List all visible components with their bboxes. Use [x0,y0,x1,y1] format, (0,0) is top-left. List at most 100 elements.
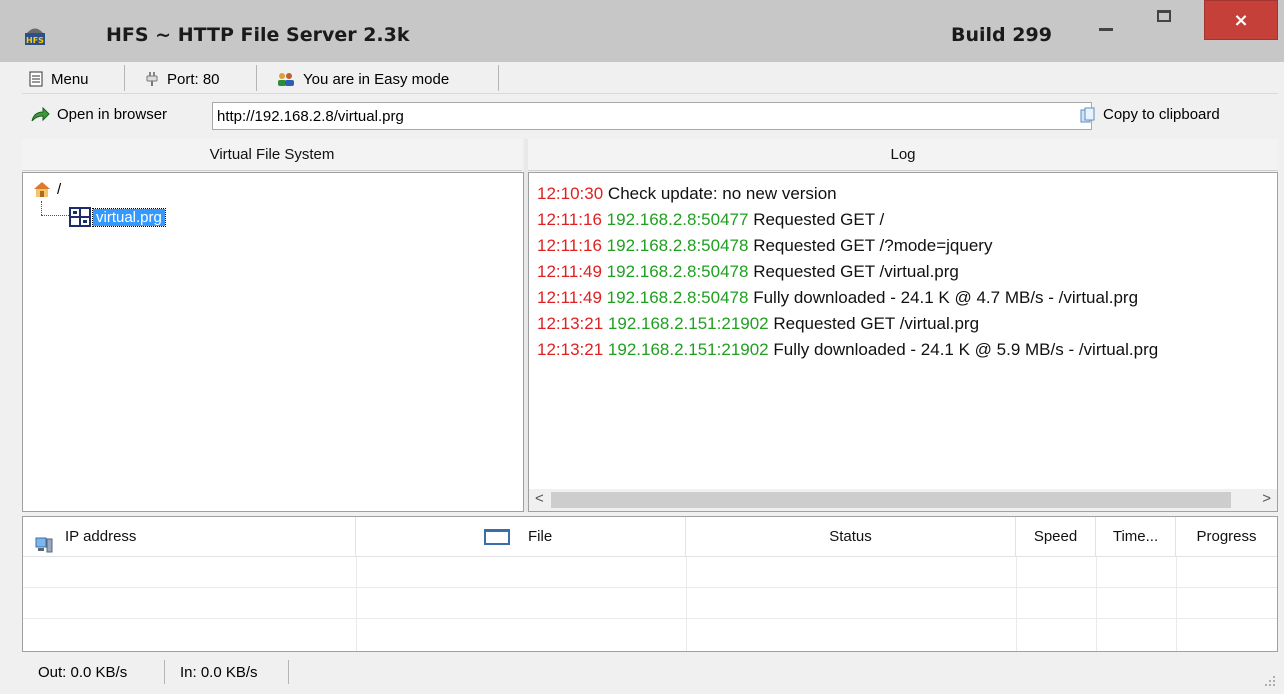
port-label: Port: 80 [167,70,220,88]
tree-root-label: / [57,180,62,198]
address-bar: Open in browser Copy to clipboard [22,98,1278,136]
close-icon: × [1233,10,1249,31]
maximize-button[interactable] [1140,6,1186,42]
connections-table[interactable]: IP address File Status Speed Time... Pro… [22,516,1278,652]
log-message: Requested GET /virtual.prg [753,262,959,281]
tree-connector [41,201,42,215]
log-horizontal-scrollbar[interactable]: < > [529,489,1277,511]
log-time: 12:10:30 [537,184,604,203]
mode-button[interactable]: You are in Easy mode [276,67,449,91]
log-time: 12:11:16 [537,210,602,229]
toolbar-separator [124,65,125,91]
log-header: Log [528,139,1278,171]
menu-button[interactable]: Menu [28,67,89,91]
log-message: Requested GET / [753,210,885,229]
vfs-tree[interactable]: / virtual.prg [22,172,524,512]
mode-label: You are in Easy mode [303,70,450,88]
window-icon [484,529,510,545]
column-progress[interactable]: Progress [1176,517,1277,557]
users-icon [276,71,296,87]
toolbar: Menu Port: 80 You are in Easy mode [22,62,1278,94]
column-file[interactable]: File [356,517,686,557]
resize-grip-icon[interactable] [1264,674,1276,686]
column-status[interactable]: Status [686,517,1016,557]
table-row [23,618,1277,619]
column-ip-address[interactable]: IP address [23,517,356,557]
in-speed: In: 0.0 KB/s [180,664,258,681]
log-entry: 12:13:21 192.168.2.151:21902 Requested G… [537,311,1158,337]
log-entry: 12:11:16 192.168.2.8:50477 Requested GET… [537,207,1158,233]
log-message: Check update: no new version [607,184,837,203]
column-divider [1016,557,1017,651]
maximize-icon [1157,10,1171,22]
log-message: Requested GET /?mode=jquery [753,236,993,255]
column-divider [1176,557,1177,651]
vfs-header: Virtual File System [22,139,522,171]
log-message: Requested GET /virtual.prg [773,314,980,333]
log-time: 12:13:21 [537,340,604,359]
log-entry: 12:11:49 192.168.2.8:50478 Requested GET… [537,259,1158,285]
column-divider [686,557,687,651]
column-label: File [528,528,553,545]
menu-icon [28,71,44,87]
column-speed[interactable]: Speed [1016,517,1096,557]
log-ip: 192.168.2.8:50478 [606,288,749,307]
tree-item-label: virtual.prg [92,207,166,227]
log-ip: 192.168.2.8:50478 [606,262,749,281]
close-button[interactable]: × [1204,0,1278,40]
window-title: HFS ~ HTTP File Server 2.3k [106,24,410,46]
url-field[interactable] [212,102,1092,130]
log-ip: 192.168.2.151:21902 [607,314,769,333]
log-time: 12:11:49 [537,262,602,281]
plug-icon [144,71,160,87]
computer-icon [35,529,53,553]
toolbar-separator [498,65,499,91]
clipboard-icon [1080,107,1096,123]
toolbar-separator [256,65,257,91]
minimize-icon [1099,28,1113,31]
log-time: 12:11:49 [537,288,602,307]
log-panel[interactable]: 12:10:30 Check update: no new version 12… [528,172,1278,512]
status-separator [164,660,165,684]
log-ip: 192.168.2.8:50478 [606,236,749,255]
log-entry: 12:11:49 192.168.2.8:50478 Fully downloa… [537,285,1158,311]
column-label: IP address [65,528,137,545]
scrollbar-thumb[interactable] [551,492,1231,508]
status-bar: Out: 0.0 KB/s In: 0.0 KB/s [22,656,1278,688]
copy-to-clipboard-label: Copy to clipboard [1103,106,1220,123]
table-row [23,587,1277,588]
tree-item-virtual-prg[interactable]: virtual.prg [69,207,166,227]
column-divider [1096,557,1097,651]
arrow-icon [30,106,50,123]
tree-root-node[interactable]: / [33,180,61,198]
hfs-app-icon[interactable]: HFS [24,24,46,46]
log-message: Fully downloaded - 24.1 K @ 4.7 MB/s - /… [753,288,1139,307]
out-speed: Out: 0.0 KB/s [38,664,128,681]
scroll-right-icon[interactable]: > [1262,490,1271,507]
title-bar[interactable]: HFS HFS ~ HTTP File Server 2.3k Build 29… [0,0,1284,62]
svg-text:HFS: HFS [26,36,44,45]
tree-connector [41,215,69,216]
log-ip: 192.168.2.151:21902 [607,340,769,359]
column-time[interactable]: Time... [1096,517,1176,557]
copy-to-clipboard-button[interactable]: Copy to clipboard [1080,106,1220,123]
minimize-button[interactable] [1082,6,1130,42]
log-lines: 12:10:30 Check update: no new version 12… [537,181,1158,363]
column-divider [356,557,357,651]
status-separator [288,660,289,684]
home-icon [33,180,51,198]
log-entry: 12:11:16 192.168.2.8:50478 Requested GET… [537,233,1158,259]
menu-label: Menu [51,70,89,88]
log-entry: 12:10:30 Check update: no new version [537,181,1158,207]
log-message: Fully downloaded - 24.1 K @ 5.9 MB/s - /… [773,340,1159,359]
connections-header: IP address File Status Speed Time... Pro… [23,517,1277,557]
port-button[interactable]: Port: 80 [144,67,220,91]
log-entry: 12:13:21 192.168.2.151:21902 Fully downl… [537,337,1158,363]
log-time: 12:11:16 [537,236,602,255]
build-label: Build 299 [951,24,1052,46]
scroll-left-icon[interactable]: < [535,490,544,507]
open-in-browser-button[interactable]: Open in browser [30,106,167,123]
open-in-browser-label: Open in browser [57,106,168,123]
log-time: 12:13:21 [537,314,604,333]
log-ip: 192.168.2.8:50477 [606,210,749,229]
